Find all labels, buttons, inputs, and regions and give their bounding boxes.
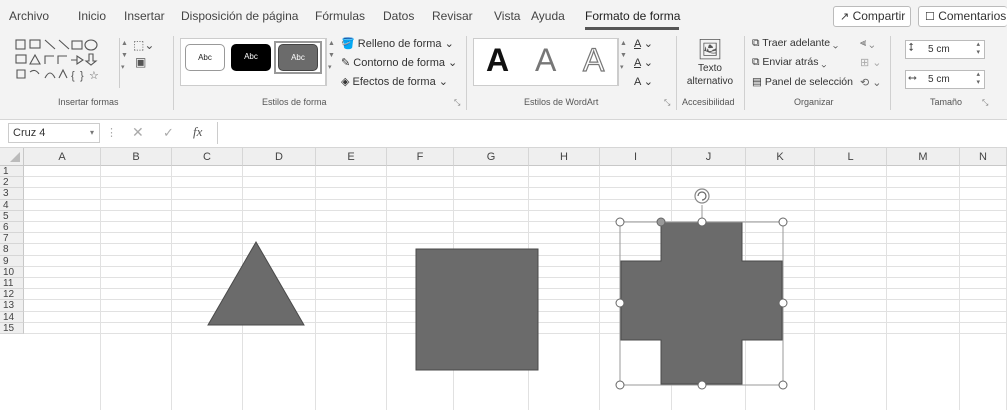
wordart-style-2[interactable]: A — [535, 42, 556, 78]
height-spinner-icon[interactable]: ▴ ▾ — [976, 41, 980, 57]
more-icon: ⋮ — [106, 127, 117, 139]
tab-insertar[interactable]: Insertar — [124, 9, 165, 23]
bring-forward-button[interactable]: ⧉ Traer adelante ⌄ — [752, 37, 838, 50]
bring-forward-label: Traer adelante — [762, 37, 831, 49]
divider — [466, 36, 467, 110]
dialog-launcher-icon[interactable]: ⤡ — [454, 98, 460, 108]
tab-vista[interactable]: Vista — [494, 9, 520, 23]
alt-text-line2: alternativo — [686, 76, 734, 87]
selection-pane-icon: ▤ — [752, 76, 762, 88]
arrange-label: Organizar — [794, 97, 834, 107]
height-size-icon: ⭥ — [908, 42, 914, 54]
wordart-style-1[interactable]: A — [486, 42, 509, 78]
shapes-gallery-scroll[interactable]: ▲ ▼ ▾ — [119, 38, 129, 88]
text-box-icon[interactable]: ▣ — [135, 55, 146, 69]
tab-disposicion[interactable]: Disposición de página — [181, 9, 298, 23]
formula-input[interactable] — [217, 122, 1007, 144]
wordart-style-3[interactable]: A — [582, 41, 605, 78]
tab-ayuda[interactable]: Ayuda — [531, 9, 565, 23]
share-button[interactable]: ↗ Compartir — [833, 6, 911, 27]
wordart-gallery-scroll[interactable]: ▲ ▼ ▾ — [618, 38, 628, 86]
rotate-icon[interactable]: ⟲ ⌄ — [860, 76, 882, 89]
comments-button[interactable]: ☐ Comentarios — [918, 6, 1007, 27]
align-icon[interactable]: ⫷ ⌄ — [860, 37, 874, 50]
share-label: Compartir — [852, 9, 906, 23]
share-icon: ↗ — [840, 11, 850, 23]
shape-fill-button[interactable]: 🪣 Relleno de forma ⌄ — [341, 37, 454, 50]
comments-label: Comentarios — [938, 9, 1007, 23]
selection-pane-button[interactable]: ▤ Panel de selección — [752, 76, 853, 88]
divider — [676, 36, 677, 110]
selection-pane-label: Panel de selección — [764, 76, 853, 88]
send-backward-icon: ⧉ — [752, 56, 760, 68]
worksheet-grid[interactable]: ABCDEFGHIJKLMN 1 2 3 4 5 6 7 8 9 10 11 12 13 14 15 — [0, 148, 1007, 410]
send-backward-button[interactable]: ⧉ Enviar atrás ⌄ — [752, 56, 826, 69]
tab-datos[interactable]: Datos — [383, 9, 414, 23]
height-value: 5 cm — [928, 44, 950, 55]
style-preset-black[interactable]: Abc — [231, 44, 271, 71]
height-field[interactable]: 5 cm ▴ ▾ — [905, 40, 985, 59]
send-backward-label: Enviar atrás — [762, 56, 819, 68]
tab-inicio[interactable]: Inicio — [78, 9, 106, 23]
shapes-gallery[interactable]: { } ☆ — [14, 38, 124, 88]
shape-effects-button[interactable]: ◈ Efectos de forma ⌄ — [341, 75, 448, 88]
shapes-icon: { } ☆ — [15, 39, 99, 82]
divider — [173, 36, 174, 110]
dialog-launcher-icon[interactable]: ⤡ — [982, 98, 988, 108]
divider — [890, 36, 891, 110]
bring-forward-icon: ⧉ — [752, 37, 760, 49]
text-outline-icon[interactable]: A ⌄ — [634, 56, 653, 69]
name-box-value: Cruz 4 — [13, 127, 46, 139]
style-preset-white[interactable]: Abc — [185, 44, 225, 71]
size-label: Tamaño — [930, 97, 963, 107]
tab-revisar[interactable]: Revisar — [432, 9, 473, 23]
shape-styles-label: Estilos de forma — [262, 97, 327, 107]
style-gallery-scroll[interactable]: ▲ ▼ ▾ — [326, 38, 336, 86]
width-size-icon: ⭤ — [908, 72, 917, 84]
width-field[interactable]: 5 cm ▴ ▾ — [905, 70, 985, 89]
alt-text-line1: Texto — [698, 63, 722, 74]
active-tab-indicator — [585, 27, 679, 30]
alt-text-button[interactable]: 🖼 Texto alternativo — [680, 38, 740, 94]
chevron-down-icon[interactable]: ▾ — [90, 124, 94, 142]
text-fill-icon[interactable]: A ⌄ — [634, 37, 653, 50]
svg-text:{: { — [71, 70, 75, 82]
insert-function-icon[interactable]: fx — [193, 124, 202, 140]
cross-shape[interactable] — [620, 221, 783, 385]
paint-bucket-icon: 🪣 — [341, 38, 355, 50]
divider — [744, 36, 745, 110]
pen-icon: ✎ — [341, 57, 351, 69]
square-shape[interactable] — [415, 248, 539, 371]
shape-outline-button[interactable]: ✎ Contorno de forma ⌄ — [341, 56, 457, 69]
shapes-layer — [207, 188, 788, 390]
svg-text:}: } — [80, 70, 84, 82]
rotate-handle-icon[interactable] — [694, 188, 710, 204]
shape-fill-label: Relleno de forma — [357, 38, 442, 50]
edit-shape-icon[interactable]: ⬚⌄ — [133, 38, 154, 52]
width-spinner-icon[interactable]: ▴ ▾ — [976, 71, 980, 87]
cancel-icon[interactable]: ✕ — [132, 124, 144, 141]
comment-icon: ☐ — [925, 11, 935, 23]
enter-icon[interactable]: ✓ — [163, 125, 174, 141]
tab-formato-de-forma[interactable]: Formato de forma — [585, 9, 680, 23]
name-box[interactable]: Cruz 4 ▾ — [8, 123, 100, 143]
wordart-styles-label: Estilos de WordArt — [524, 97, 599, 107]
svg-text:☆: ☆ — [89, 70, 99, 82]
image-text-icon: 🖼 — [697, 39, 723, 61]
tab-archivo[interactable]: Archivo — [9, 9, 49, 23]
insert-shapes-label: Insertar formas — [58, 97, 119, 107]
accessibility-label: Accesibilidad — [682, 97, 735, 107]
triangle-shape[interactable] — [207, 241, 305, 326]
group-icon[interactable]: ⊞ ⌄ — [860, 56, 882, 69]
dialog-launcher-icon[interactable]: ⤡ — [664, 98, 670, 108]
shape-effects-label: Efectos de forma — [352, 76, 436, 88]
shape-outline-label: Contorno de forma — [353, 57, 445, 69]
tab-formulas[interactable]: Fórmulas — [315, 9, 365, 23]
text-effects-icon[interactable]: A ⌄ — [634, 75, 653, 88]
width-value: 5 cm — [928, 74, 950, 85]
style-preset-gray[interactable]: Abc — [278, 44, 318, 71]
effects-icon: ◈ — [341, 76, 350, 88]
